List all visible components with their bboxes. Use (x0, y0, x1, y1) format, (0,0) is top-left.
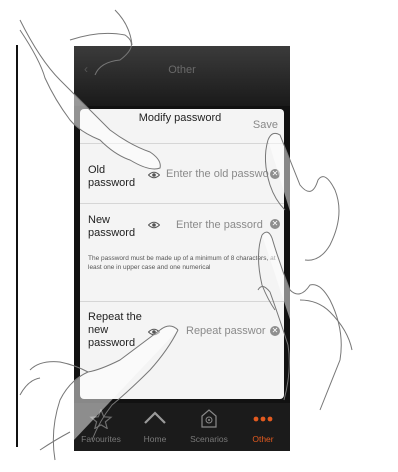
pointing-hands-illustration (19, 9, 353, 461)
